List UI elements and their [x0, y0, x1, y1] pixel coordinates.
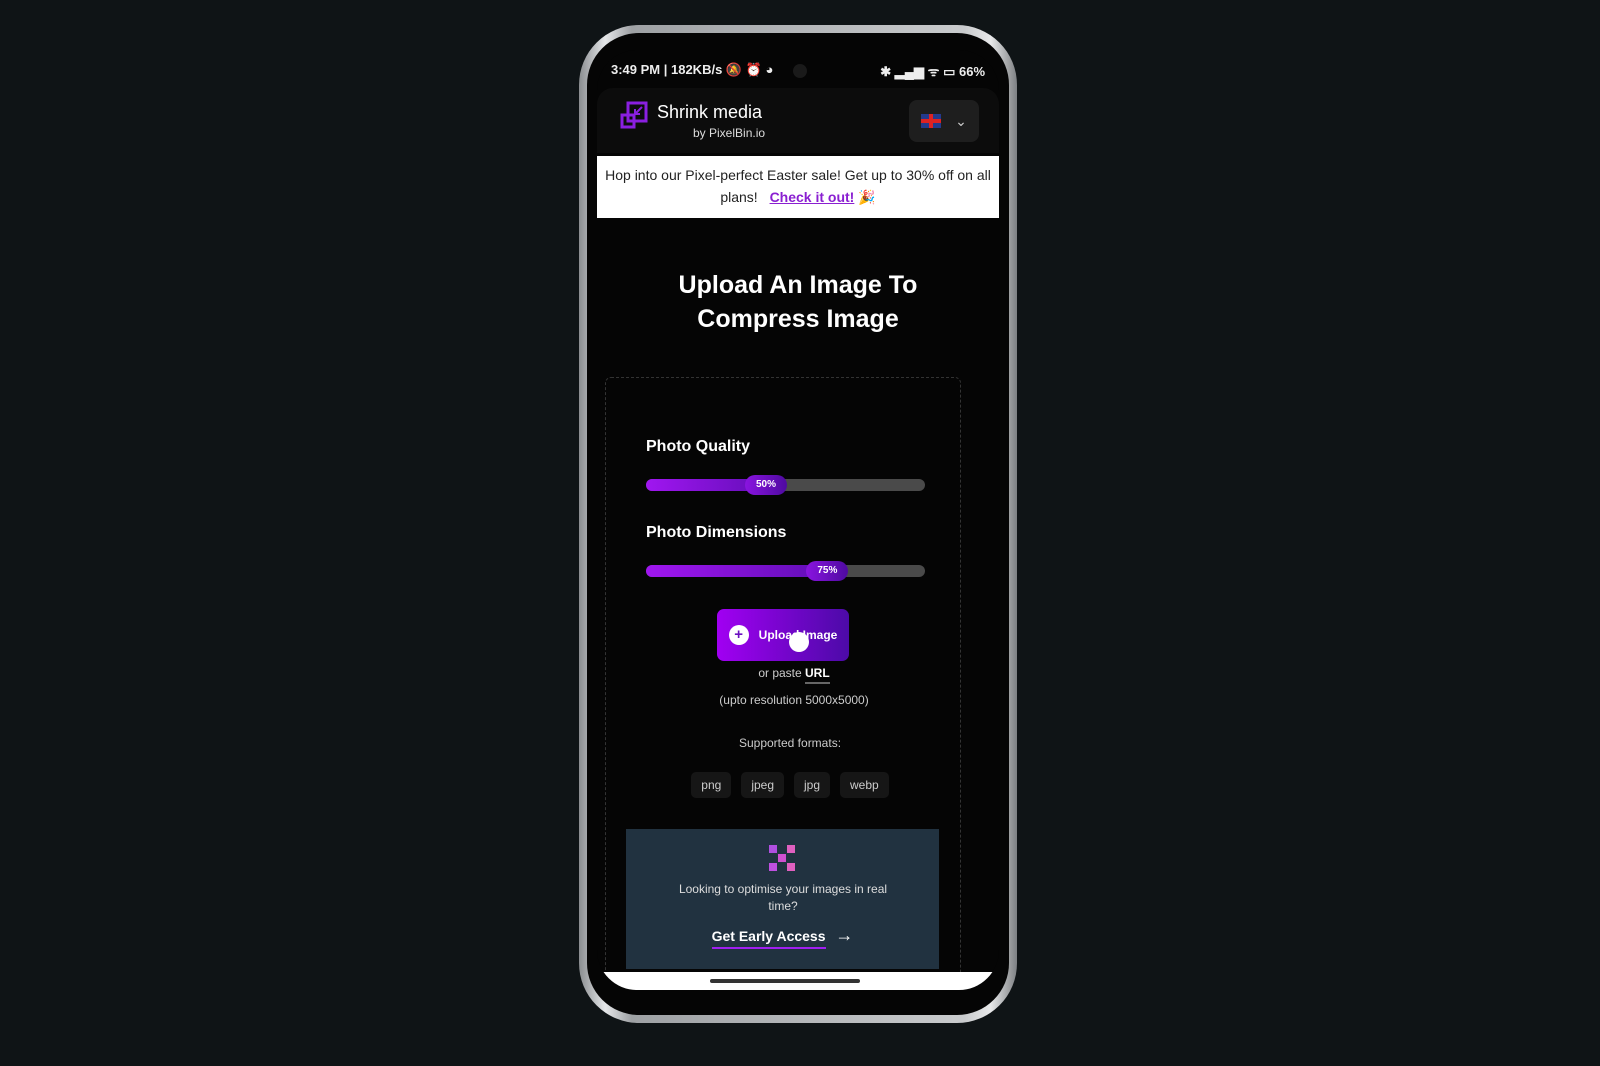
- upload-image-button[interactable]: + Upload Image: [717, 609, 849, 661]
- early-access-label: Get Early Access: [711, 928, 826, 949]
- resolution-note: (upto resolution 5000x5000): [719, 693, 869, 707]
- phone-screen: 3:49 PM | 182KB/s 🔕 ⏰ ◕ ✱ ▂▄▆ ᯤ ▭ 66% Sh…: [597, 50, 999, 990]
- status-left: 3:49 PM | 182KB/s 🔕 ⏰ ◕: [611, 62, 774, 77]
- photo-quality-slider[interactable]: 50%: [646, 475, 925, 495]
- check-it-out-link[interactable]: Check it out!: [770, 189, 855, 205]
- plus-icon: +: [728, 625, 749, 645]
- camera-cutout: [793, 64, 807, 78]
- format-chip: jpeg: [741, 772, 784, 798]
- app-header: Shrink media by PixelBin.io ⌄: [597, 88, 999, 153]
- photo-dimensions-slider[interactable]: 75%: [646, 561, 925, 581]
- pixelbin-logo-icon: [769, 845, 795, 871]
- shrink-media-logo-icon[interactable]: [620, 101, 648, 129]
- page-title: Upload An Image To Compress Image: [678, 271, 918, 333]
- format-chip: png: [691, 772, 732, 798]
- uk-flag-icon: [921, 114, 942, 128]
- slider-thumb[interactable]: 75%: [806, 561, 849, 581]
- arrow-right-icon: →: [835, 925, 854, 945]
- brand-name: Shrink media: [657, 102, 763, 122]
- paste-url-link[interactable]: URL: [805, 666, 830, 684]
- status-right: ✱ ▂▄▆ ᯤ ▭ 66%: [880, 64, 985, 79]
- photo-quality-label: Photo Quality: [646, 438, 750, 455]
- home-indicator-bar[interactable]: [597, 972, 999, 990]
- early-access-card: Looking to optimise your images in real …: [626, 829, 939, 969]
- get-early-access-link[interactable]: Get Early Access →: [626, 925, 939, 949]
- supported-formats-label: Supported formats:: [738, 736, 842, 750]
- early-access-text: Looking to optimise your images in real …: [678, 882, 888, 913]
- brand-byline: by PixelBin.io: [693, 126, 766, 140]
- paste-url-line: or paste URL: [597, 666, 995, 684]
- chevron-down-icon: ⌄: [955, 112, 967, 129]
- language-selector[interactable]: ⌄: [909, 100, 979, 142]
- promo-banner: Hop into our Pixel-perfect Easter sale! …: [597, 156, 999, 218]
- or-paste-text: or paste: [758, 666, 802, 680]
- format-chip: webp: [840, 772, 889, 798]
- party-icon: 🎉: [858, 189, 876, 205]
- slider-thumb[interactable]: 50%: [744, 475, 787, 495]
- touch-indicator: [789, 632, 809, 652]
- formats-list: png jpeg jpg webp: [597, 772, 991, 798]
- format-chip: jpg: [794, 772, 831, 798]
- photo-dimensions-label: Photo Dimensions: [646, 524, 787, 541]
